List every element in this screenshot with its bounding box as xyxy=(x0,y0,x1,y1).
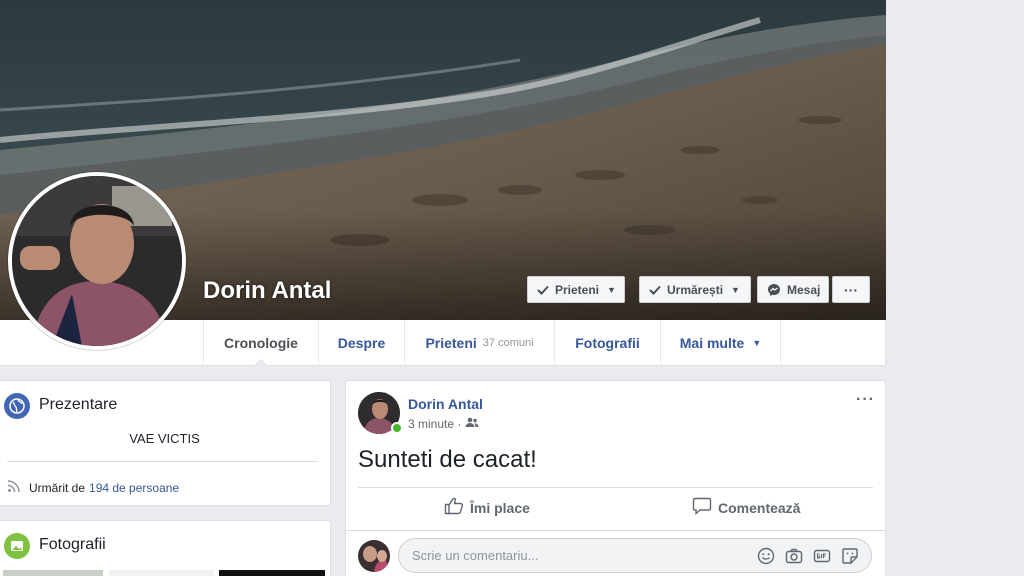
followers-link[interactable]: 194 de persoane xyxy=(89,481,179,495)
check-icon xyxy=(649,285,661,295)
followed-by-text: Urmărit de xyxy=(29,480,86,495)
more-options-label: ··· xyxy=(844,281,858,298)
friends-button[interactable]: Prieteni ▼ xyxy=(527,276,625,303)
photo-icon xyxy=(4,533,30,559)
online-status-dot xyxy=(391,422,403,434)
rss-icon xyxy=(7,479,21,496)
avatar-image xyxy=(358,540,390,572)
comment-button[interactable]: Comentează xyxy=(692,497,800,518)
friends-audience-icon[interactable] xyxy=(465,417,479,431)
messenger-icon xyxy=(767,283,781,297)
comment-input[interactable]: Scrie un comentariu... xyxy=(398,538,872,573)
chevron-down-icon: ▼ xyxy=(607,284,616,295)
more-options-button[interactable]: ··· xyxy=(832,276,870,303)
message-button-label: Mesaj xyxy=(787,282,821,297)
tab-label: Despre xyxy=(337,334,386,351)
thumbs-up-icon xyxy=(444,497,464,518)
divider xyxy=(7,461,318,462)
profile-photo-image xyxy=(12,176,182,346)
follow-button[interactable]: Urmărești ▼ xyxy=(639,276,751,303)
comment-label: Comentează xyxy=(718,499,801,516)
comment-tools xyxy=(757,547,859,568)
gif-icon[interactable] xyxy=(813,547,831,568)
tab-prieteni[interactable]: Prieteni 37 comuni xyxy=(405,320,555,365)
comment-bubble-icon xyxy=(692,497,712,518)
globe-icon xyxy=(4,393,30,419)
tab-label: Cronologie xyxy=(224,334,298,351)
divider xyxy=(358,487,873,488)
tab-label: Mai multe xyxy=(679,334,745,351)
photo-thumb[interactable] xyxy=(219,570,325,576)
tab-mai-multe[interactable]: Mai multe ▼ xyxy=(661,320,781,365)
photos-card: Fotografii xyxy=(0,520,331,576)
photo-thumb[interactable] xyxy=(109,570,214,576)
like-label: Îmi place xyxy=(470,499,530,516)
follow-button-label: Urmărești xyxy=(667,282,724,297)
commenter-avatar[interactable] xyxy=(358,540,390,572)
post-timestamp: 3 minute · xyxy=(408,417,479,431)
followers-row: Urmărit de 194 de persoane xyxy=(7,479,179,496)
right-gutter xyxy=(886,0,1024,576)
chevron-down-icon: ▼ xyxy=(752,337,762,348)
photos-title: Fotografii xyxy=(39,536,106,553)
post-time-text[interactable]: 3 minute · xyxy=(408,417,461,431)
like-button[interactable]: Îmi place xyxy=(444,497,530,518)
profile-picture[interactable] xyxy=(8,172,186,350)
profile-name[interactable]: Dorin Antal xyxy=(203,277,331,305)
camera-icon[interactable] xyxy=(785,547,803,568)
friends-button-label: Prieteni xyxy=(555,282,600,297)
active-tab-indicator xyxy=(254,359,268,366)
tab-label: Fotografii xyxy=(575,334,640,351)
mutual-friends-count: 37 comuni xyxy=(482,336,534,349)
intro-card: Prezentare VAE VICTIS Urmărit de 194 de … xyxy=(0,380,331,506)
tab-fotografii[interactable]: Fotografii xyxy=(555,320,661,365)
message-button[interactable]: Mesaj xyxy=(757,276,829,303)
post-author-name[interactable]: Dorin Antal xyxy=(408,396,483,412)
post-options-button[interactable]: ··· xyxy=(856,391,875,409)
photo-thumb[interactable] xyxy=(3,570,103,576)
intro-title: Prezentare xyxy=(39,396,118,413)
tab-despre[interactable]: Despre xyxy=(319,320,405,365)
divider xyxy=(346,530,885,531)
sticker-icon[interactable] xyxy=(841,547,859,568)
chevron-down-icon: ▼ xyxy=(731,284,740,295)
intro-bio: VAE VICTIS xyxy=(129,431,200,446)
post-text: Sunteti de cacat! xyxy=(358,446,537,473)
comment-placeholder: Scrie un comentariu... xyxy=(412,548,539,563)
tab-label: Prieteni xyxy=(425,334,477,351)
check-icon xyxy=(537,285,549,295)
emoji-icon[interactable] xyxy=(757,547,775,568)
